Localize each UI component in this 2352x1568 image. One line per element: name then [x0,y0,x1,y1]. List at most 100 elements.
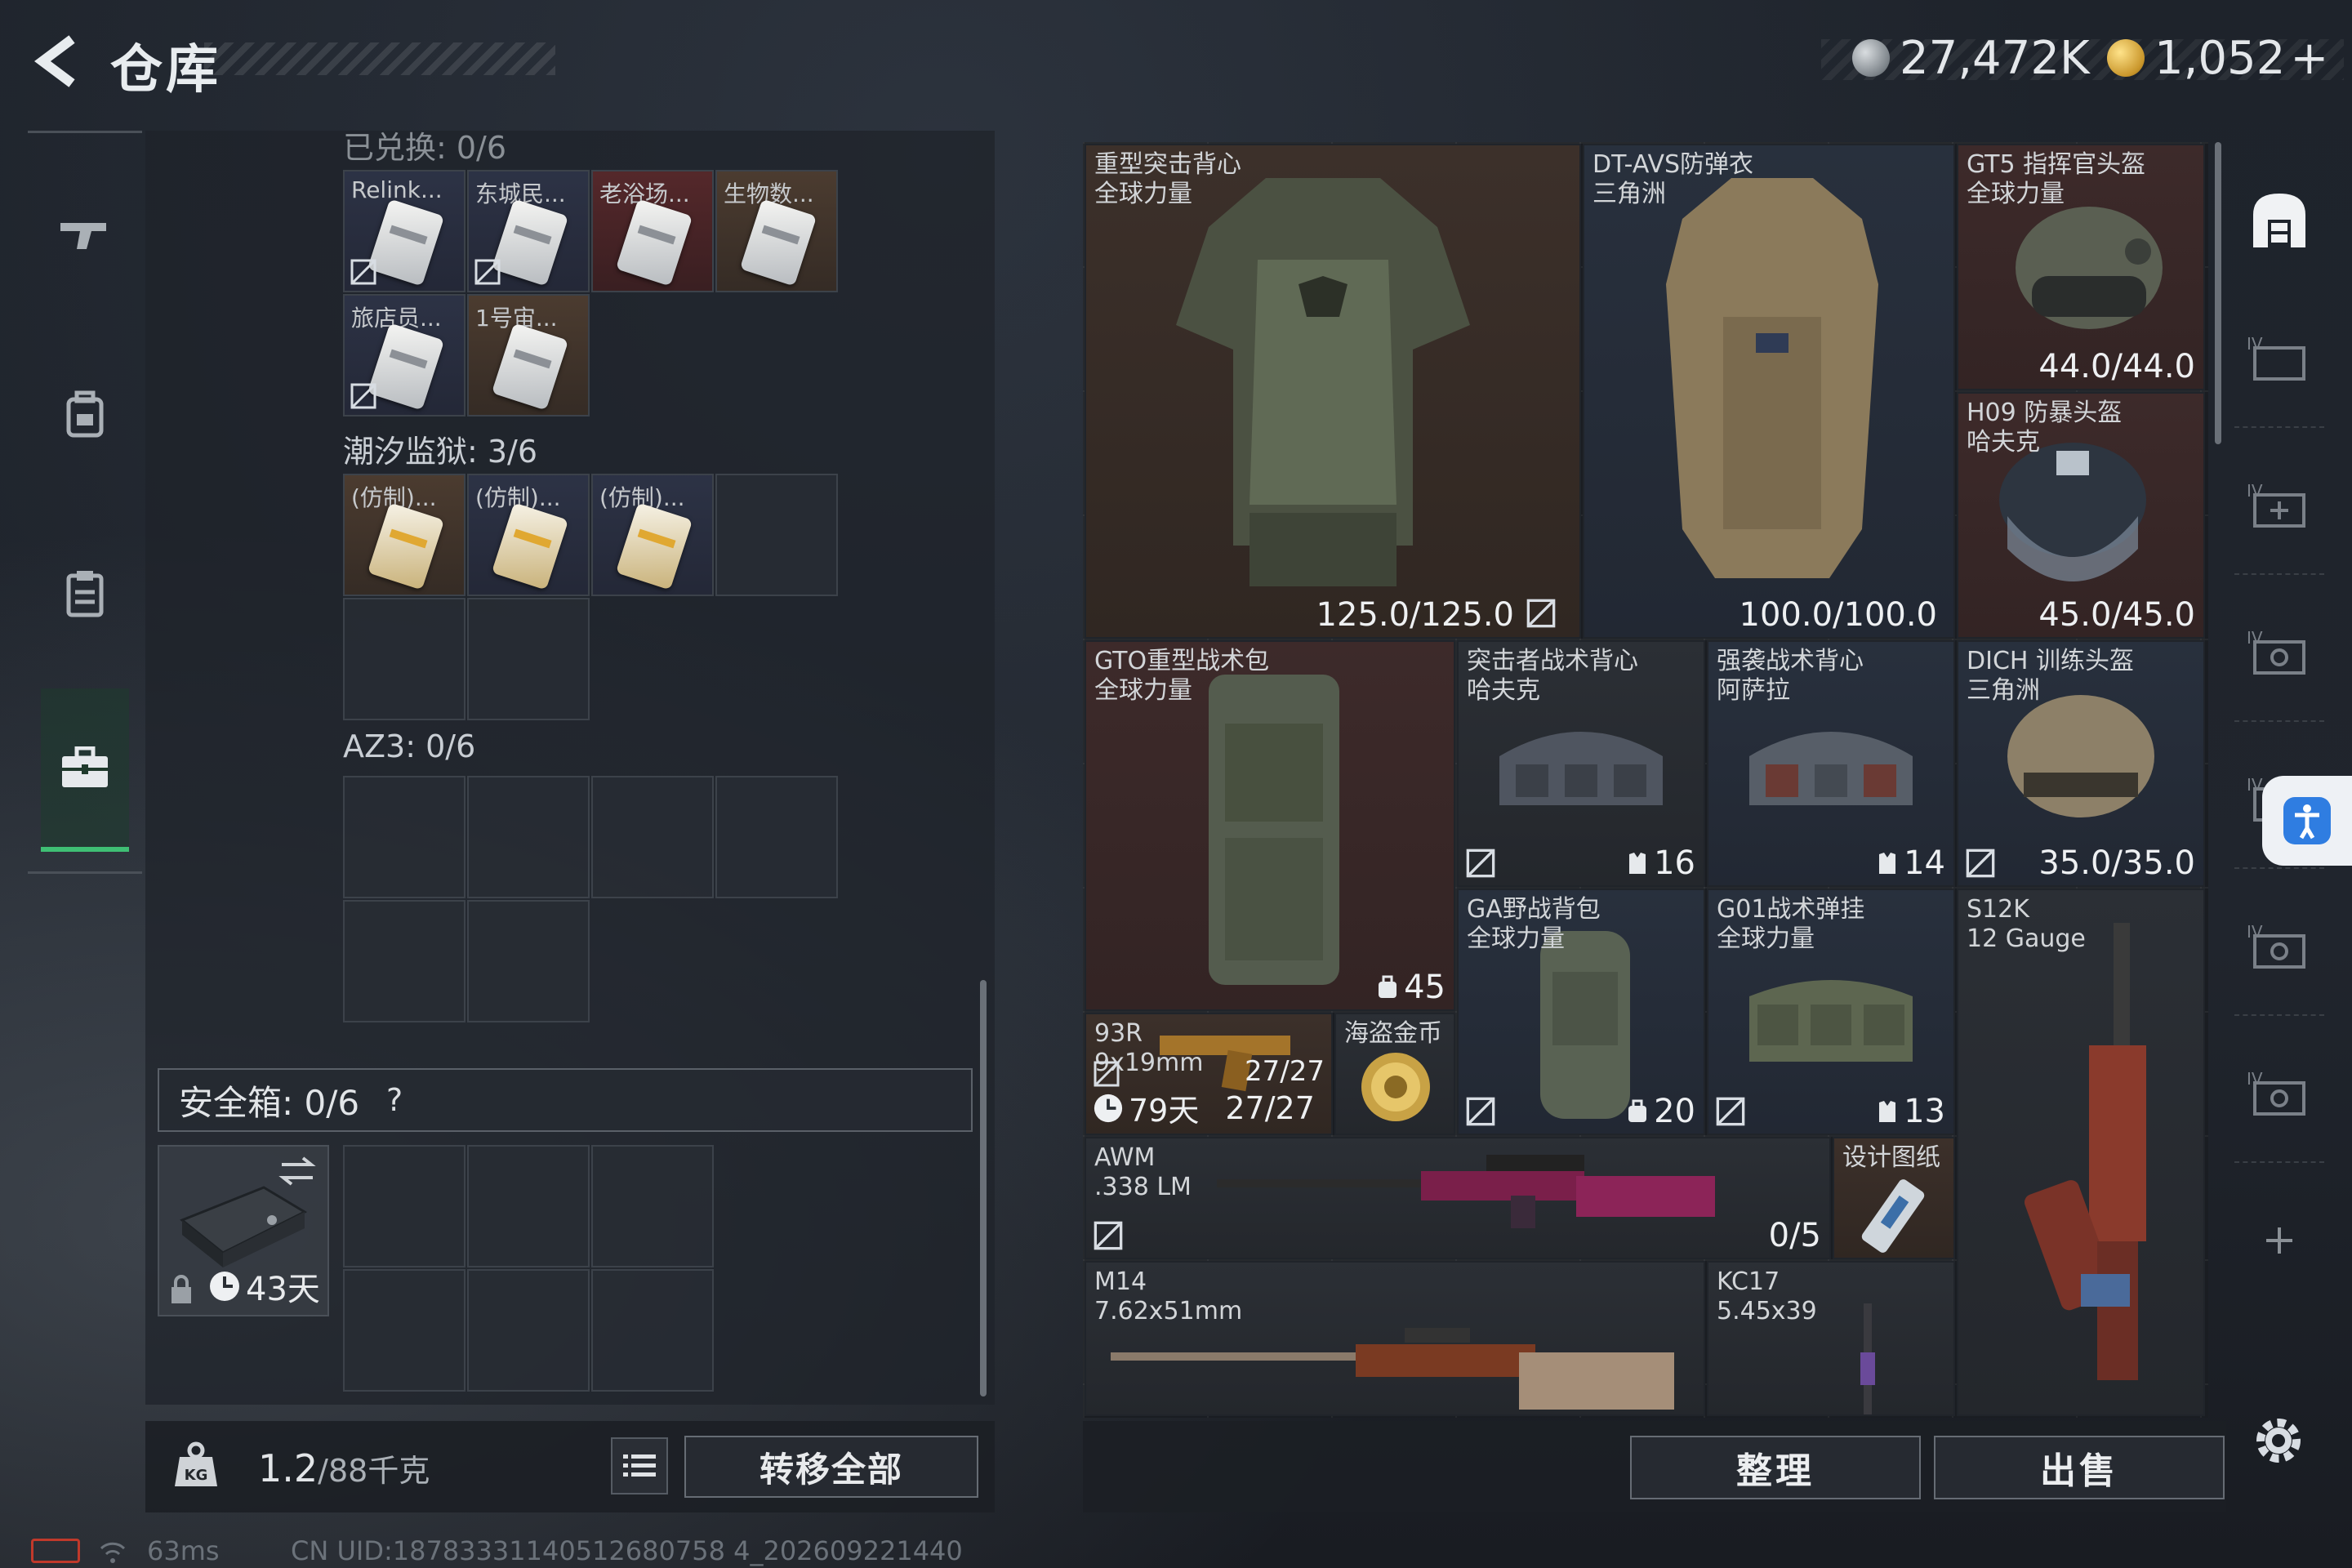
safe-case-item[interactable]: 43天 [158,1145,329,1316]
item-label: 设计图纸 [1842,1143,1940,1172]
stash-item-93r[interactable]: 93R 9x19mm 27/27 79天 27/27 [1085,1013,1333,1135]
folder-add-icon: IV [2247,481,2305,528]
empty-slot[interactable] [467,1269,590,1392]
rail-safebox[interactable] [41,688,129,852]
rail-stash-tab[interactable]: IV [2234,1024,2324,1163]
empty-slot[interactable] [467,598,590,720]
container-scrollbar[interactable] [980,980,987,1396]
item-durability: 100.0/100.0 [1739,596,1938,634]
stash-action-bar: 整理 出售 [1083,1421,2226,1512]
shotgun-image [2024,923,2146,1380]
item-label: 强袭战术背心 阿萨拉 [1717,647,1864,705]
vest-image [1499,732,1663,805]
sort-button[interactable]: 整理 [1630,1436,1921,1499]
gear-icon [2256,1419,2301,1463]
stash-item-ga-bag[interactable]: GA野战背包 全球力量 20 [1457,889,1705,1135]
stash-item-gto-bag[interactable]: GTO重型战术包 全球力量 45 [1085,640,1455,1011]
item-label: GTO重型战术包 全球力量 [1094,647,1270,705]
empty-slot[interactable] [343,1145,466,1267]
rail-stash-tab[interactable]: IV [2234,289,2324,428]
help-button[interactable]: ? [376,1081,413,1119]
page-title: 仓库 [110,40,221,100]
stash-item-g01-rig[interactable]: G01战术弹挂 全球力量 13 [1707,889,1955,1135]
stash-grid: 重型突击背心 全球力量 125.0/125.0 DT-AVS防弹衣 三角洲 100.… [1083,142,2208,1418]
stash-item-blueprint[interactable]: 设计图纸 [1833,1137,1955,1259]
keycard-slot[interactable]: (仿制)... [467,474,590,596]
stash-item-kc17[interactable]: KC17 5.45x39 [1707,1261,1955,1416]
list-view-button[interactable] [611,1437,668,1494]
empty-slot[interactable] [343,776,466,898]
add-currency-button[interactable]: + [2290,32,2328,85]
stash-item-raid-vest[interactable]: 强袭战术背心 阿萨拉 14 [1707,640,1955,887]
stash-scrollbar[interactable] [2215,142,2221,444]
empty-slot[interactable] [467,900,590,1022]
stash-item-heavy-vest[interactable]: 重型突击背心 全球力量 125.0/125.0 [1085,144,1581,639]
empty-slot[interactable] [343,598,466,720]
stash-item-dt-avs[interactable]: DT-AVS防弹衣 三角洲 100.0/100.0 [1583,144,1955,639]
stash-item-assaulter-vest[interactable]: 突击者战术背心 哈夫克 16 [1457,640,1705,887]
keycard-slot[interactable]: 旅店员... [343,294,466,416]
keycard-slot[interactable]: Relink... [343,170,466,292]
section-label-az3: AZ3: 0/6 [343,728,476,764]
stash-item-dich-helmet[interactable]: DICH 训练头盔 三角洲 35.0/35.0 [1957,640,2205,887]
back-button[interactable] [24,33,90,90]
folder-icon: IV [2247,334,2305,381]
empty-slot[interactable] [343,900,466,1022]
weight-current: 1.2 [258,1446,318,1490]
top-bar: 仓库 27,472K 1,052 + [0,0,2352,122]
add-stash-button[interactable] [2234,1171,2324,1310]
stash-item-h09-helmet[interactable]: H09 防暴头盔 哈夫克 45.0/45.0 [1957,392,2205,639]
stash-item-awm[interactable]: AWM .338 LM 0/5 [1085,1137,1831,1259]
currency-silver-value: 27,472K [1900,31,2090,85]
item-label: G01战术弹挂 全球力量 [1717,895,1865,953]
rail-stash-home[interactable] [2234,150,2324,289]
folder-gear-icon: IV [2247,922,2305,969]
currency-gold[interactable]: 1,052 + [2107,29,2328,87]
sell-button[interactable]: 出售 [1934,1436,2225,1499]
rail-stash-tab[interactable]: IV [2234,583,2324,722]
keycard-label: Relink... [351,176,443,203]
keycard-slot[interactable]: (仿制)... [591,474,714,596]
weight-readout: 1.2/88千克 [258,1446,430,1490]
backpack-icon [66,390,104,438]
stash-home-icon [2253,194,2305,247]
keycard-icon [739,198,817,287]
rail-stash-tab[interactable]: IV [2234,436,2324,575]
keycard-icon [367,323,445,411]
keycard-slot[interactable]: 生物数... [715,170,838,292]
keycard-slot[interactable]: 老浴场... [591,170,714,292]
no-drop-icon [1466,849,1495,878]
stash-item-pirate-coin[interactable]: 海盗金币 [1334,1013,1455,1135]
no-drop-icon [1094,1061,1120,1087]
lock-icon [172,1275,191,1303]
empty-slot[interactable] [591,776,714,898]
item-label: KC17 5.45x39 [1717,1267,1817,1325]
empty-slot[interactable] [591,1145,714,1267]
rail-armor[interactable] [28,332,142,496]
keycard-slot[interactable]: (仿制)... [343,474,466,596]
stash-item-m14[interactable]: M14 7.62x51mm [1085,1261,1705,1416]
keycard-slot[interactable]: 1号宙... [467,294,590,416]
accessibility-button[interactable] [2262,776,2352,866]
empty-slot[interactable] [343,1269,466,1392]
keycard-slot[interactable]: 东城民... [467,170,590,292]
item-durability: 45.0/45.0 [2038,596,2195,634]
coin-image [1361,1053,1430,1121]
no-drop-icon [1526,599,1556,628]
empty-slot[interactable] [591,1269,714,1392]
stash-item-gt5-helmet[interactable]: GT5 指挥官头盔 全球力量 44.0/44.0 [1957,144,2205,390]
rail-supplies[interactable] [28,512,142,675]
empty-slot[interactable] [467,776,590,898]
gun-icon [60,223,106,249]
rail-stash-tab[interactable]: IV [2234,877,2324,1016]
currency-silver: 27,472K [1852,29,2090,87]
rail-weapons[interactable] [28,153,142,316]
transfer-all-button[interactable]: 转移全部 [684,1436,978,1498]
empty-slot[interactable] [715,776,838,898]
stash-item-s12k[interactable]: S12K 12 Gauge [1957,889,2205,1416]
no-drop-icon [350,383,376,409]
empty-slot[interactable] [467,1145,590,1267]
empty-slot[interactable] [715,474,838,596]
settings-button[interactable] [2246,1408,2311,1473]
item-label: GA野战背包 全球力量 [1467,895,1601,953]
